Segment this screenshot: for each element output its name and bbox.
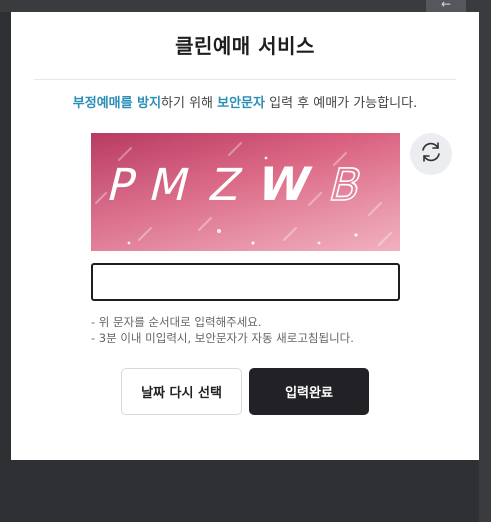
window-top-bar — [0, 0, 491, 12]
captcha-input[interactable] — [91, 263, 400, 301]
title-divider — [34, 79, 456, 80]
captcha-refresh-button[interactable] — [410, 133, 452, 175]
guide-line-timeout: - 3분 이내 미입력시, 보안문자가 자동 새로고침됩니다. — [91, 331, 354, 345]
refresh-icon — [418, 139, 444, 169]
window-side-strip — [479, 0, 491, 522]
notice-text-part1: 하기 위해 — [161, 96, 218, 111]
reselect-date-button[interactable]: 날짜 다시 선택 — [121, 368, 242, 415]
notice-text: 부정예매를 방지하기 위해 보안문자 입력 후 예매가 가능합니다. — [11, 92, 479, 111]
notice-highlight-captcha: 보안문자 — [217, 96, 265, 111]
back-button[interactable]: ← — [426, 0, 466, 12]
notice-text-part2: 입력 후 예매가 가능합니다. — [264, 96, 418, 111]
submit-button[interactable]: 입력완료 — [249, 368, 369, 415]
arrow-left-icon: ← — [440, 0, 452, 11]
clean-booking-modal: 클린예매 서비스 부정예매를 방지하기 위해 보안문자 입력 후 예매가 가능합… — [11, 12, 479, 460]
captcha-image: P M Z W B — [91, 133, 400, 251]
notice-highlight-anti-fraud: 부정예매를 방지 — [72, 96, 162, 111]
modal-title: 클린예매 서비스 — [175, 34, 315, 58]
input-guide: - 위 문자를 순서대로 입력해주세요. - 3분 이내 미입력시, 보안문자가… — [91, 314, 431, 346]
guide-line-order: - 위 문자를 순서대로 입력해주세요. — [91, 315, 262, 329]
